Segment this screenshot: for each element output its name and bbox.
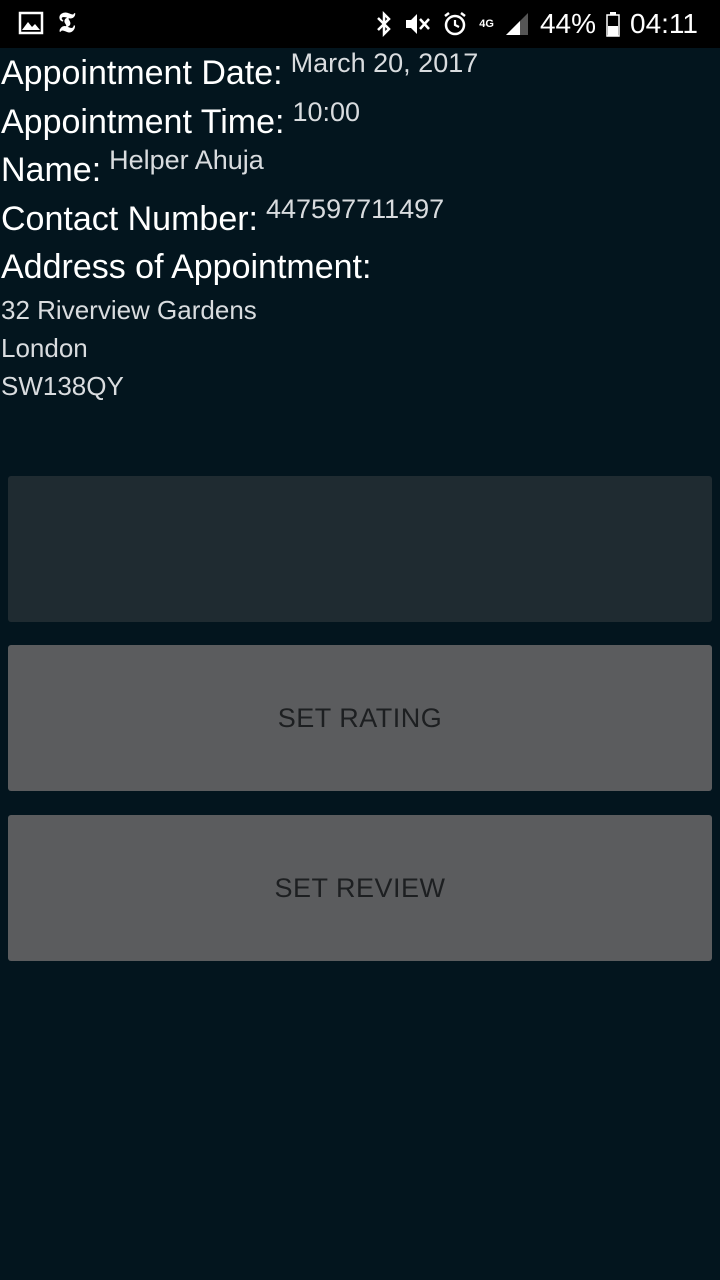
signal-icon — [504, 11, 530, 37]
vibrate-mute-icon — [403, 10, 431, 38]
status-bar-right: 4G 44% 04:11 — [375, 4, 698, 44]
battery-icon — [606, 10, 620, 38]
network-4g-icon: 4G — [479, 17, 494, 30]
status-bar-left: 𝕿 — [18, 8, 75, 38]
gallery-icon — [18, 10, 44, 36]
name-label: Name: — [1, 151, 102, 189]
appointment-time-value: 10:00 — [292, 97, 361, 127]
appointment-time-row: Appointment Time: 10:00 — [1, 97, 360, 142]
appointment-date-value: March 20, 2017 — [290, 48, 479, 78]
clock-time: 04:11 — [630, 8, 698, 39]
set-rating-button[interactable]: SET RATING — [8, 645, 712, 791]
contact-number-value: 447597711497 — [266, 194, 445, 224]
battery-percent: 44% — [539, 8, 596, 39]
contact-number-label: Contact Number: — [1, 200, 258, 238]
address-line-1: 32 Riverview Gardens — [1, 295, 257, 325]
alarm-icon — [441, 10, 469, 38]
disabled-action-button[interactable] — [8, 476, 712, 622]
name-value: Helper Ahuja — [109, 145, 264, 175]
address-line-2: London — [1, 333, 88, 363]
set-review-button[interactable]: SET REVIEW — [8, 815, 712, 961]
bluetooth-icon — [375, 10, 393, 38]
status-bar: 𝕿 4G 44% 04:11 — [0, 0, 720, 48]
name-row: Name: Helper Ahuja — [1, 145, 264, 190]
network-label: 4G — [479, 17, 494, 30]
contact-number-row: Contact Number: 447597711497 — [1, 194, 444, 239]
appointment-date-row: Appointment Date: March 20, 2017 — [1, 48, 478, 93]
nyt-icon: 𝕿 — [58, 6, 76, 39]
appointment-date-label: Appointment Date: — [1, 54, 283, 92]
appointment-time-label: Appointment Time: — [1, 103, 285, 141]
address-row: Address of Appointment: — [1, 248, 371, 287]
address-line-3: SW138QY — [1, 371, 124, 401]
address-label: Address of Appointment: — [1, 248, 372, 286]
